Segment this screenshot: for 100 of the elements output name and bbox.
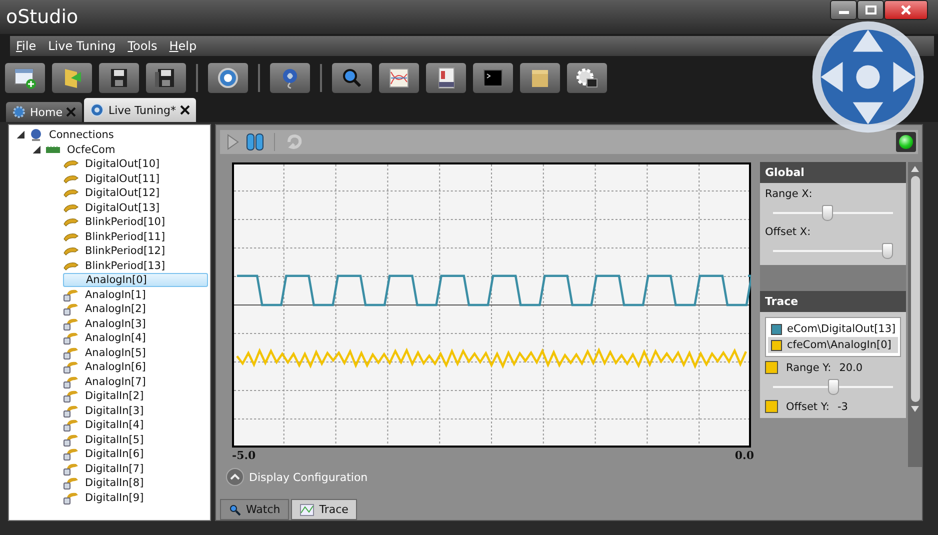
tree-item[interactable]: DigitalIn[3]	[83, 404, 146, 417]
toolbar-button[interactable]	[99, 63, 139, 93]
tree-item[interactable]: AnalogIn[4]	[83, 332, 148, 344]
tree-item[interactable]: AnalogIn[1]	[83, 288, 148, 301]
tree-item[interactable]: DigitalOut[13]	[83, 202, 162, 214]
tree-item[interactable]: DigitalIn[9]	[83, 492, 146, 504]
board-icon	[45, 144, 61, 155]
tree-item[interactable]: BlinkPeriod[10]	[83, 216, 168, 228]
expand-button[interactable]	[226, 468, 244, 486]
close-icon	[900, 5, 912, 15]
slider-thumb[interactable]	[828, 379, 838, 395]
toolbar-button[interactable]	[426, 63, 466, 93]
pause-button[interactable]	[244, 132, 266, 152]
toolbar-button[interactable]	[5, 63, 45, 93]
expander-icon[interactable]	[17, 131, 25, 140]
plug-icon	[63, 245, 79, 258]
toolbar-button[interactable]	[208, 63, 248, 93]
tree-item[interactable]: AnalogIn[5]	[83, 346, 148, 359]
plug-icon	[63, 418, 79, 432]
plug-icon	[63, 490, 79, 505]
tree-item[interactable]: DigitalOut[10]	[83, 158, 162, 170]
plug-icon	[63, 447, 79, 462]
trace-list-item[interactable]: cfeCom\AnalogIn[0]	[768, 337, 898, 353]
slider[interactable]	[773, 242, 893, 260]
tree-item[interactable]: DigitalIn[7]	[83, 462, 146, 475]
slider[interactable]	[773, 204, 893, 222]
tree-item[interactable]: Connections	[47, 129, 116, 142]
scrollbar[interactable]	[908, 162, 922, 467]
scroll-down-icon[interactable]	[911, 406, 919, 412]
plug-icon	[63, 432, 79, 447]
tree-item[interactable]: OcfeCom	[65, 144, 118, 156]
panel-tab[interactable]: Trace	[291, 499, 358, 520]
slider-value: 20.0	[839, 362, 863, 374]
plug-icon	[63, 316, 79, 331]
tree-item[interactable]: AnalogIn[0]	[63, 273, 208, 288]
plug-icon	[63, 158, 79, 170]
axis-label: 0.0	[734, 449, 754, 462]
plug-icon	[63, 187, 79, 200]
trace-list-item[interactable]: eCom\DigitalOut[13]	[768, 321, 898, 337]
plug-icon	[63, 216, 79, 228]
toolbar-button[interactable]	[473, 63, 513, 93]
tree-item[interactable]: DigitalIn[2]	[83, 390, 146, 402]
menu-item[interactable]: File	[16, 39, 36, 53]
document-tab[interactable]: Live Tuning*	[84, 98, 196, 122]
tree-item[interactable]: AnalogIn[2]	[83, 303, 148, 316]
plug-icon	[63, 374, 79, 389]
menu-item[interactable]: Help	[169, 39, 197, 53]
slider-label: Offset X:	[765, 226, 812, 238]
play-icon	[226, 133, 240, 151]
window-title: oStudio	[6, 6, 78, 28]
tree-item[interactable]: DigitalIn[4]	[83, 419, 146, 432]
expander-icon[interactable]	[33, 146, 41, 154]
cog-icon	[12, 105, 26, 119]
axis-label: -5.0	[232, 449, 256, 462]
chevron-icon	[230, 473, 240, 481]
tree-item[interactable]: DigitalIn[5]	[83, 434, 146, 446]
plug-icon	[63, 346, 79, 360]
menu-item[interactable]: Live Tuning	[48, 39, 116, 53]
plug-icon	[63, 172, 79, 185]
plug-icon	[63, 230, 79, 243]
slider-label: Range Y:	[786, 362, 832, 374]
document-tab[interactable]: Home	[6, 102, 82, 122]
tree-item[interactable]: DigitalOut[12]	[83, 187, 162, 200]
minimize-button[interactable]	[830, 0, 857, 20]
tree-item[interactable]: BlinkPeriod[13]	[83, 260, 168, 272]
tree-item[interactable]: DigitalIn[8]	[83, 477, 146, 490]
toolbar-button[interactable]	[379, 63, 419, 93]
tree-item[interactable]: AnalogIn[3]	[83, 318, 148, 330]
globe-icon	[90, 103, 104, 117]
toolbar-button[interactable]	[146, 63, 186, 93]
panel-header: Global	[760, 162, 906, 183]
tree-item[interactable]: AnalogIn[6]	[83, 361, 148, 374]
toolbar-button[interactable]	[567, 63, 607, 93]
plug-icon	[63, 331, 79, 346]
plug-icon	[63, 302, 79, 316]
menu-item[interactable]: Tools	[128, 39, 158, 53]
plug-icon	[63, 462, 79, 476]
plug-icon	[63, 389, 79, 404]
tree-item[interactable]: BlinkPeriod[11]	[83, 230, 168, 243]
tree-item[interactable]: DigitalOut[11]	[83, 172, 162, 185]
maximize-icon	[864, 5, 876, 15]
plug-icon	[63, 202, 79, 214]
scroll-up-icon[interactable]	[911, 166, 919, 172]
chart-icon	[300, 504, 314, 516]
maximize-button[interactable]	[857, 0, 884, 20]
close-button[interactable]	[884, 0, 928, 20]
panel-tab[interactable]: Watch	[220, 499, 290, 520]
tree-item[interactable]: AnalogIn[7]	[83, 376, 148, 388]
plug-icon	[63, 404, 79, 418]
tree-item[interactable]: BlinkPeriod[12]	[83, 245, 168, 258]
tree-item[interactable]: DigitalIn[6]	[83, 448, 146, 460]
scrollbar-thumb[interactable]	[910, 176, 920, 402]
search-icon	[229, 504, 241, 516]
slider-thumb[interactable]	[882, 243, 893, 259]
plug-icon	[63, 288, 79, 302]
dial-icon	[215, 66, 241, 90]
close-icon[interactable]	[180, 105, 190, 115]
globe-icon	[29, 128, 43, 142]
slider-thumb[interactable]	[822, 205, 834, 221]
slider[interactable]	[773, 378, 893, 396]
